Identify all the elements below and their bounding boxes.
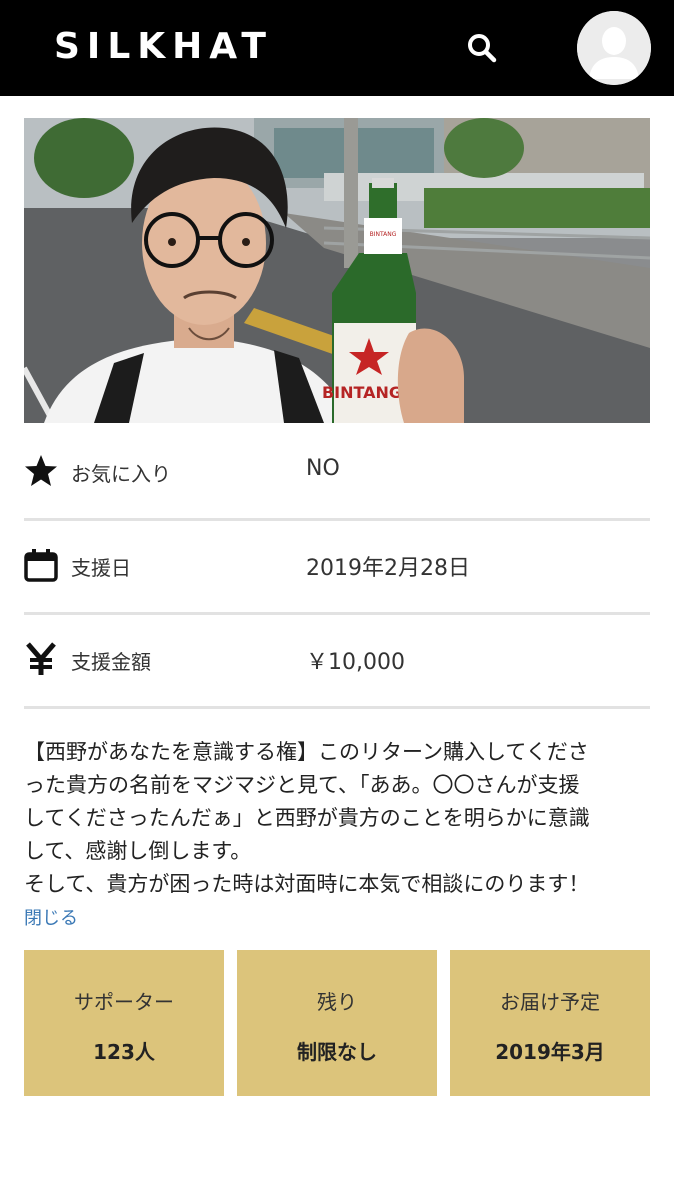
description-line: 【西野があなたを意識する権】このリターン購入してくださ bbox=[24, 740, 589, 764]
detail-row-support-date: 支援日 2019年2月28日 bbox=[24, 520, 650, 615]
delivery-label: お届け予定 bbox=[500, 990, 600, 1014]
app-header: SILKHAT bbox=[0, 0, 674, 96]
close-description-link[interactable]: 閉じる bbox=[24, 904, 78, 930]
calendar-icon bbox=[24, 549, 58, 582]
support-amount-value: ￥10,000 bbox=[306, 650, 405, 675]
silkhat-logo[interactable]: SILKHAT bbox=[54, 26, 273, 67]
search-icon bbox=[468, 34, 497, 63]
stat-box-remaining: 残り 制限なし bbox=[237, 950, 437, 1096]
favorite-value: NO bbox=[306, 456, 340, 481]
supporters-label: サポーター bbox=[74, 990, 174, 1014]
detail-row-support-amount: 支援金額 ￥10,000 bbox=[24, 614, 650, 709]
reward-photo: BINTANG BINTANG bbox=[24, 118, 650, 423]
reward-description: 【西野があなたを意識する権】このリターン購入してくださ った貴方の名前をマジマジ… bbox=[24, 736, 650, 901]
yen-icon bbox=[26, 642, 56, 675]
stat-box-delivery: お届け予定 2019年3月 bbox=[450, 950, 650, 1096]
bottle-label-top: BINTANG bbox=[370, 231, 397, 238]
description-line: して、感謝し倒します。 bbox=[24, 839, 252, 863]
bottle-label-main: BINTANG bbox=[322, 383, 402, 402]
search-button[interactable] bbox=[466, 32, 498, 64]
description-line: った貴方の名前をマジマジと見て、「ああ。〇〇さんが支援 bbox=[24, 773, 580, 797]
delivery-value: 2019年3月 bbox=[495, 1040, 605, 1064]
description-line: そして、貴方が困った時は対面時に本気で相談にのります！ bbox=[24, 872, 590, 896]
detail-row-favorite: お気に入り NO bbox=[24, 426, 650, 521]
support-date-label: 支援日 bbox=[71, 556, 131, 580]
user-avatar[interactable] bbox=[577, 11, 651, 85]
favorite-label: お気に入り bbox=[71, 462, 171, 486]
support-amount-label: 支援金額 bbox=[71, 650, 151, 674]
stat-box-supporters: サポーター 123人 bbox=[24, 950, 224, 1096]
support-date-value: 2019年2月28日 bbox=[306, 556, 470, 581]
remaining-label: 残り bbox=[317, 990, 357, 1014]
remaining-value: 制限なし bbox=[297, 1040, 377, 1064]
user-avatar-icon bbox=[577, 11, 651, 85]
supporters-value: 123人 bbox=[93, 1040, 155, 1064]
description-line: してくださったんだぁ」と西野が貴方のことを明らかに意識 bbox=[24, 806, 590, 830]
star-icon bbox=[25, 455, 57, 486]
